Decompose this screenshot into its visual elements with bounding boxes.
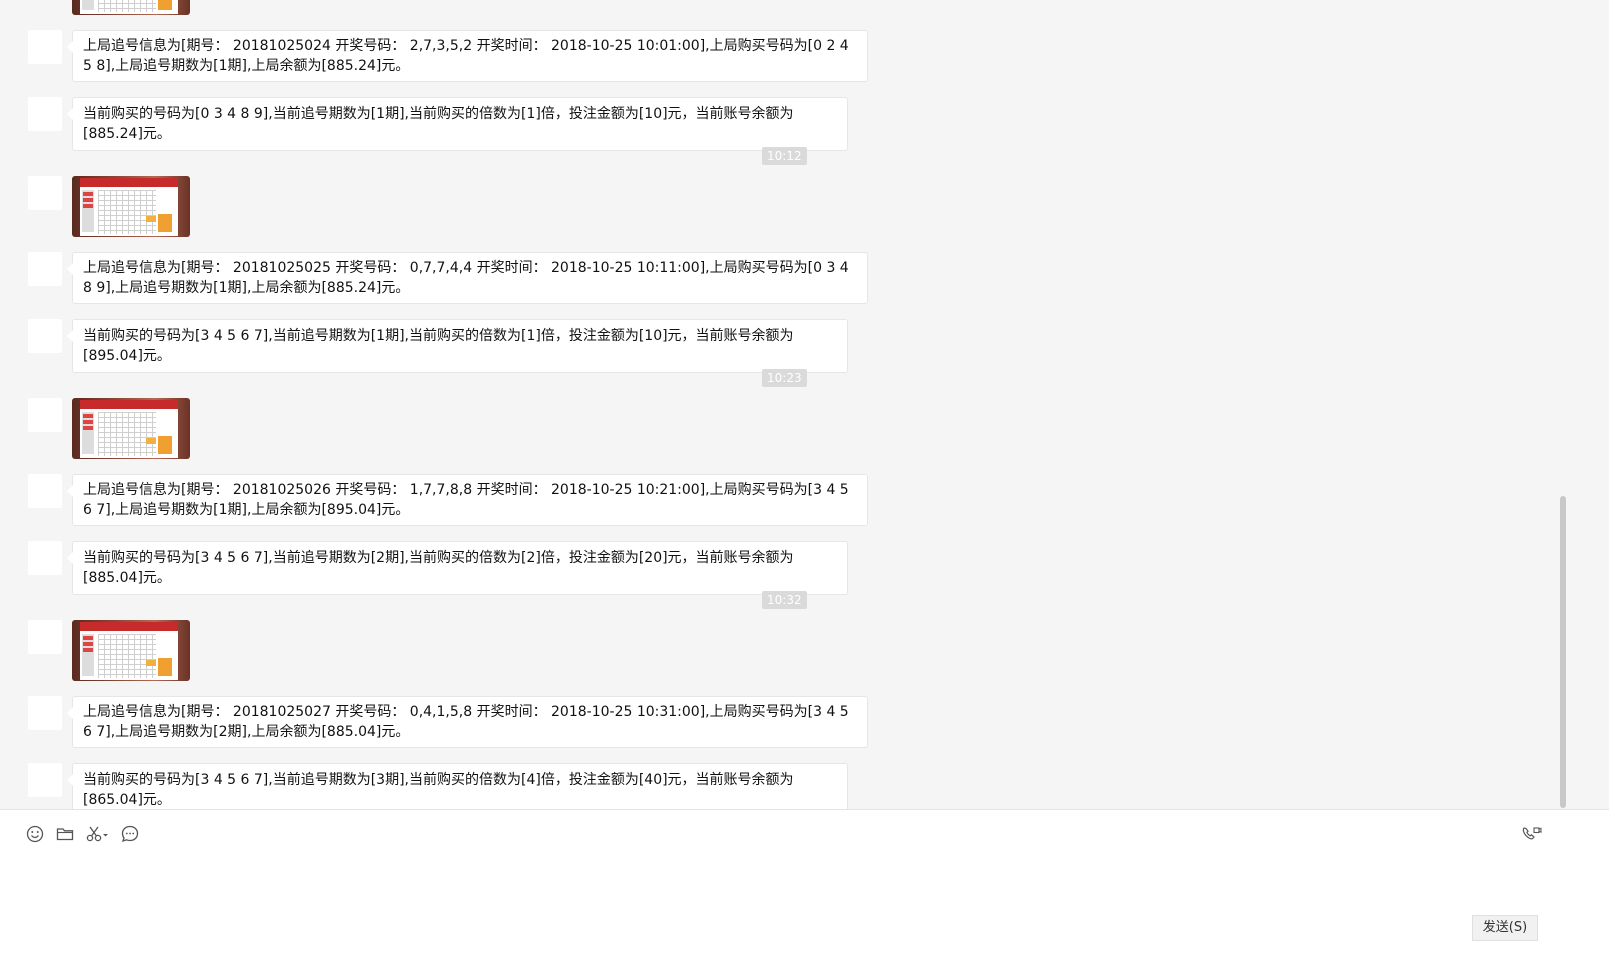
avatar[interactable] [28,97,62,131]
avatar[interactable] [28,319,62,353]
avatar[interactable] [28,763,62,797]
folder-icon[interactable] [55,824,75,844]
message-bubble[interactable]: 上局追号信息为[期号： 20181025025 开奖号码： 0,7,7,4,4 … [67,252,868,304]
message-bubble[interactable]: 上局追号信息为[期号： 20181025027 开奖号码： 0,4,1,5,8 … [67,696,868,748]
message-bubble[interactable]: 当前购买的号码为[0 3 4 8 9],当前追号期数为[1期],当前购买的倍数为… [67,97,848,151]
image-message-thumbnail[interactable] [72,176,190,237]
timestamp: 10:32 [762,591,807,609]
avatar[interactable] [28,696,62,730]
message-bubble[interactable]: 当前购买的号码为[3 4 5 6 7],当前追号期数为[2期],当前购买的倍数为… [67,541,848,595]
video-call-icon[interactable] [1520,824,1542,844]
message-bubble[interactable]: 上局追号信息为[期号： 20181025026 开奖号码： 1,7,7,8,8 … [67,474,868,526]
image-message-thumbnail[interactable] [72,398,190,459]
chat-message-list[interactable]: 上局追号信息为[期号： 20181025024 开奖号码： 2,7,3,5,2 … [0,0,1609,830]
timestamp: 10:23 [762,369,807,387]
emoji-icon[interactable] [25,824,45,844]
avatar[interactable] [28,252,62,286]
send-button[interactable]: 发送(S) [1472,915,1538,941]
timestamp: 10:12 [762,147,807,165]
avatar[interactable] [28,474,62,508]
avatar[interactable] [28,541,62,575]
avatar[interactable] [28,30,62,64]
message-input[interactable] [20,855,1580,910]
avatar[interactable] [28,620,62,654]
image-message-thumbnail[interactable] [72,0,190,15]
message-bubble[interactable]: 上局追号信息为[期号： 20181025024 开奖号码： 2,7,3,5,2 … [67,30,868,82]
avatar[interactable] [28,176,62,210]
chat-history-icon[interactable] [120,824,140,844]
scissors-icon[interactable] [85,824,111,844]
avatar[interactable] [28,398,62,432]
message-bubble[interactable]: 当前购买的号码为[3 4 5 6 7],当前追号期数为[1期],当前购买的倍数为… [67,319,848,373]
image-message-thumbnail[interactable] [72,620,190,681]
scrollbar-thumb[interactable] [1560,496,1566,808]
